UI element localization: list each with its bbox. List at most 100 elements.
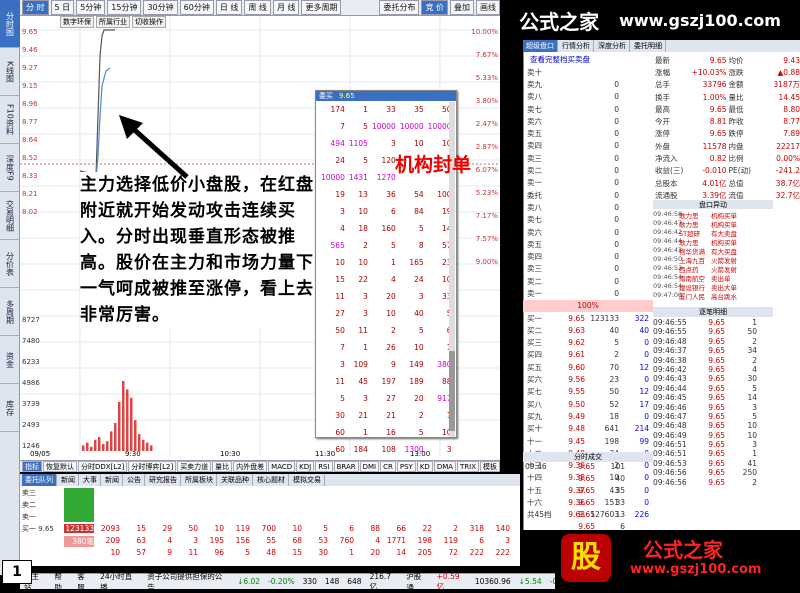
- period-button[interactable]: 60分钟: [179, 0, 214, 15]
- sidebar-item[interactable]: 深度F9: [0, 144, 20, 192]
- period-button[interactable]: 分 时: [22, 0, 49, 15]
- order-queue-row: 174 1 33 35 50: [319, 101, 454, 118]
- order-queue-popup[interactable]: 委买 9.65 174 1 33 35 50 7 5 10000 10000 10000 494 11…: [315, 90, 457, 471]
- book-row: 买八 9.50 52 17: [523, 398, 653, 410]
- tick-cell: 09:46:48: [653, 336, 687, 346]
- sidebar-item[interactable]: 多周期: [0, 288, 20, 336]
- indicator-tab[interactable]: 指标: [22, 461, 42, 472]
- event-row[interactable]: 09:47:00 厦门人民 高台跳水: [653, 291, 773, 301]
- tick-cell: 10: [747, 421, 757, 431]
- toolbar-button[interactable]: 画线: [476, 0, 500, 15]
- event-cell: 09:46:43: [653, 246, 683, 254]
- chart-subtab[interactable]: 切收操作: [132, 16, 166, 28]
- indicator-tab[interactable]: 分时博弈[L2]: [128, 461, 177, 472]
- sidebar-item[interactable]: 分时图: [0, 0, 20, 48]
- indicator-tab[interactable]: BRAR: [333, 461, 359, 472]
- indicator-tab[interactable]: CR: [380, 461, 396, 472]
- event-row[interactable]: 09:46:47 歌力思 机构买单: [653, 219, 773, 229]
- indicator-tab[interactable]: MACD: [268, 461, 296, 472]
- info-tab[interactable]: 核心题材: [254, 474, 289, 486]
- right-tab[interactable]: 委托明细: [631, 40, 666, 52]
- indicator-tab[interactable]: KD: [416, 461, 433, 472]
- info-tab[interactable]: 研究报告: [146, 474, 181, 486]
- right-tab[interactable]: 超级盘口: [523, 40, 558, 52]
- book-volume: 2: [614, 350, 619, 360]
- book-row: 买一 9.65 123133 322: [523, 312, 653, 324]
- indicator-tab[interactable]: DMI: [359, 461, 380, 472]
- order-queue-scroll-thumb[interactable]: [449, 351, 455, 431]
- stat-value: 38.7亿: [775, 178, 800, 188]
- book-row: 卖八 0: [523, 201, 653, 213]
- indicator-tab[interactable]: RSI: [315, 461, 333, 472]
- toolbar-button[interactable]: 叠加: [450, 0, 474, 15]
- info-tab[interactable]: 委托队列: [22, 474, 57, 486]
- period-button[interactable]: 5分钟: [76, 0, 106, 15]
- info-tab[interactable]: 所属板块: [182, 474, 217, 486]
- order-queue-cell: 5: [363, 122, 368, 131]
- info-tab[interactable]: 新闻: [58, 474, 79, 486]
- stat-value: 4.01亿: [702, 178, 727, 188]
- indicator-tab[interactable]: 内外盘差: [233, 461, 268, 472]
- sidebar-item[interactable]: 资金: [0, 336, 20, 384]
- book-row: 卖七 0: [523, 214, 653, 226]
- event-cell: 09:46:47: [653, 219, 683, 227]
- right-tab[interactable]: 深度分析: [595, 40, 630, 52]
- indicator-tab[interactable]: DMA: [433, 461, 457, 472]
- event-row[interactable]: 09:46:43 物华货满 有大买盘: [653, 246, 773, 256]
- period-button[interactable]: 15分钟: [107, 0, 142, 15]
- sidebar-item[interactable]: 交易明细: [0, 192, 20, 240]
- book-volume: 0: [614, 288, 619, 298]
- stat-value: 8.77: [783, 117, 800, 127]
- period-button[interactable]: 5 日: [50, 0, 75, 15]
- sidebar-item[interactable]: 分价表: [0, 240, 20, 288]
- period-button[interactable]: 更多周期: [301, 0, 342, 15]
- y-tick-left: 8.77: [22, 118, 38, 126]
- period-button[interactable]: 日 线: [215, 0, 243, 15]
- info-tab[interactable]: 模拟交易: [290, 474, 325, 486]
- indicator-tab[interactable]: PSY: [396, 461, 416, 472]
- indicator-tab[interactable]: TRIX: [457, 461, 480, 472]
- indicator-tab[interactable]: KDJ: [296, 461, 315, 472]
- sidebar-item[interactable]: 库存: [0, 384, 20, 432]
- period-button[interactable]: 周 线: [244, 0, 271, 15]
- queue-cell: 66: [396, 524, 406, 533]
- toolbar-button[interactable]: 竞 价: [421, 0, 448, 15]
- sidebar-item[interactable]: F10资料: [0, 96, 20, 144]
- indicator-tab[interactable]: 模板: [480, 461, 501, 472]
- order-queue-cell: 6: [391, 207, 396, 216]
- event-row[interactable]: 09:46:42 ST超研 有大卖盘: [653, 228, 773, 238]
- event-row[interactable]: 09:46:54 建设银行 卖出大单: [653, 282, 773, 292]
- tick-cell: 30: [747, 374, 757, 384]
- chart-subtab[interactable]: 数字环保: [60, 16, 94, 28]
- tick-cell: 3: [752, 402, 757, 412]
- info-tab[interactable]: 关联品种: [218, 474, 253, 486]
- event-row[interactable]: 09:46:54 南南航空 卖出单: [653, 273, 773, 283]
- indicator-tab[interactable]: 量比: [212, 461, 233, 472]
- event-row[interactable]: 09:46:44 歌力思 机构买单: [653, 237, 773, 247]
- queue-cell: 2093: [100, 524, 120, 533]
- indicator-tab[interactable]: 恢复默认: [43, 461, 77, 472]
- queue-cell: 1771: [386, 536, 406, 545]
- info-tab[interactable]: 新闻: [102, 474, 123, 486]
- book-change: 214: [634, 424, 649, 434]
- period-button[interactable]: 月 线: [272, 0, 300, 15]
- chart-subtab[interactable]: 所属行业: [96, 16, 130, 28]
- info-tab[interactable]: 大事: [80, 474, 101, 486]
- toolbar-button[interactable]: 委托分布: [379, 0, 420, 15]
- period-button[interactable]: 30分钟: [143, 0, 178, 15]
- book-volume: 23: [609, 375, 619, 385]
- order-queue-cell: 4: [391, 275, 396, 284]
- indicator-tab[interactable]: 买卖力道: [177, 461, 212, 472]
- sidebar-item[interactable]: K线图: [0, 48, 20, 96]
- left-sidebar: 分时图 K线图 F10资料 深度F9 交易明细 分价表 多周期 资金 库存: [0, 0, 20, 575]
- order-queue-row: 565 2 5 8 57: [319, 237, 454, 254]
- right-tab[interactable]: 行情分析: [559, 40, 594, 52]
- indicator-tab[interactable]: 分时DDX[L2]: [77, 461, 128, 472]
- book-volume: 0: [614, 252, 619, 262]
- event-row[interactable]: 09:46:58 歌力思 机构买单: [653, 210, 773, 220]
- event-row[interactable]: 09:46:52 西点药 火箭发射: [653, 264, 773, 274]
- event-cell: 火箭发射: [711, 257, 737, 265]
- event-row[interactable]: 09:46:50 上海九百 火箭发射: [653, 255, 773, 265]
- full-book-link[interactable]: 查看完整档买卖盘: [530, 54, 590, 65]
- info-tab[interactable]: 公告: [124, 474, 145, 486]
